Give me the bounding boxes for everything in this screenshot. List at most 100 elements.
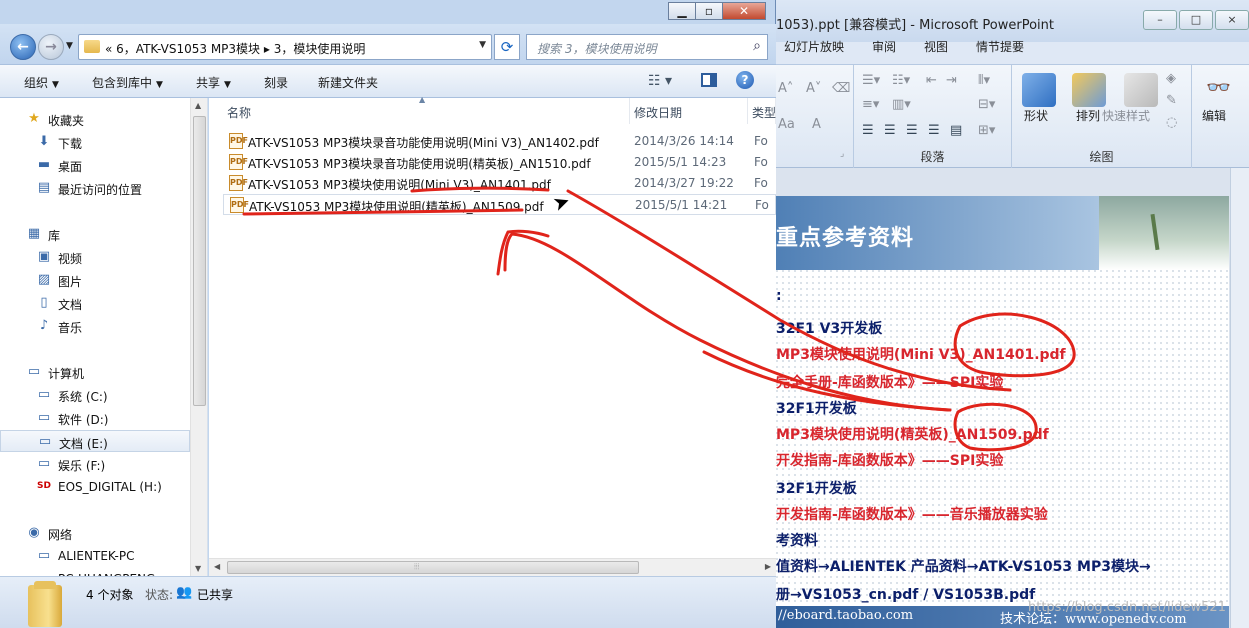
pdf-file-icon: PDF <box>229 154 248 170</box>
file-row[interactable]: PDF ATK-VS1053 MP3模块录音功能使用说明(Mini V3)_AN1… <box>223 131 776 152</box>
arrange-icon[interactable] <box>1072 73 1106 107</box>
distributed-icon[interactable]: ▤ <box>950 123 962 138</box>
shape-outline-icon[interactable]: ✎ <box>1166 93 1177 108</box>
column-header-date[interactable]: 修改日期 <box>630 98 748 124</box>
nav-item-label: ALIENTEK-PC <box>58 549 135 563</box>
file-row[interactable]: PDF ATK-VS1053 MP3模块使用说明(精英板)_AN1509.pdf 2… <box>223 194 776 215</box>
nav-item[interactable]: ▯ 文档 <box>0 292 190 314</box>
align-center-icon[interactable]: ☰ <box>884 123 896 138</box>
slide-text-line: 开发指南-库函数版本》——SPI实验 <box>776 453 1004 469</box>
nav-item[interactable]: ▭ 计算机 <box>0 361 190 383</box>
nav-item-label: 娱乐 (F:) <box>58 459 106 473</box>
tab-storyboard[interactable]: 情节提要 <box>976 38 1024 62</box>
refresh-button[interactable]: ⟳ <box>494 34 520 60</box>
scroll-thumb[interactable] <box>193 116 206 406</box>
nav-item[interactable]: ⬇ 下载 <box>0 131 190 153</box>
slide-text-line: : <box>776 288 782 304</box>
scroll-down-icon[interactable]: ▼ <box>195 564 201 573</box>
font-grow-icon[interactable]: A˄ <box>778 81 793 96</box>
font-shrink-icon[interactable]: A˅ <box>806 81 821 96</box>
include-in-library-button[interactable]: 包含到库中 ▼ <box>92 74 163 91</box>
minimize-button[interactable]: ▁ <box>668 2 695 20</box>
tab-view[interactable]: 视图 <box>924 38 948 62</box>
file-row[interactable]: PDF ATK-VS1053 MP3模块录音功能使用说明(精英板)_AN1510.… <box>223 152 776 173</box>
align-right-icon[interactable]: ☰ <box>906 123 918 138</box>
scroll-up-icon[interactable]: ▲ <box>195 101 201 110</box>
nav-item[interactable]: ♪ 音乐 <box>0 315 190 337</box>
search-icon[interactable]: ⌕ <box>753 38 761 54</box>
nav-item-label: 文档 <box>58 298 83 312</box>
nav-item[interactable]: ▨ 图片 <box>0 269 190 291</box>
horizontal-scroll-thumb[interactable] <box>227 561 639 574</box>
nav-item[interactable]: ◉ 网络 <box>0 522 190 544</box>
shapes-icon[interactable] <box>1022 73 1056 107</box>
shapes-button[interactable]: 形状 <box>1024 107 1048 124</box>
ppt-maximize-button[interactable]: □ <box>1179 10 1213 30</box>
file-name: ATK-VS1053 MP3模块使用说明(Mini V3)_AN1401.pdf <box>248 178 551 192</box>
nav-item[interactable]: SD EOS_DIGITAL (H:) <box>0 476 190 498</box>
nav-item[interactable]: ★ 收藏夹 <box>0 108 190 130</box>
item-count: 4 个对象 <box>86 588 134 602</box>
recent-pages-dropdown-icon[interactable]: ▼ <box>66 41 73 51</box>
navigation-scrollbar[interactable]: ▲ ▼ <box>190 98 207 576</box>
new-folder-button[interactable]: 新建文件夹 <box>318 74 378 91</box>
address-path[interactable]: « 6，ATK-VS1053 MP3模块 ▸ 3，模块使用说明 <box>105 40 365 57</box>
line-spacing-icon[interactable]: ≡▾ <box>862 97 879 112</box>
decrease-indent-icon[interactable]: ⇤ <box>926 73 937 88</box>
nav-item[interactable]: ▭ 系统 (C:) <box>0 384 190 406</box>
horizontal-scrollbar[interactable]: ◀ ⦙⦙⦙ ▶ <box>209 558 776 576</box>
nav-item[interactable]: ▭ 文档 (E:) <box>0 430 190 452</box>
ppt-close-button[interactable]: × <box>1215 10 1249 30</box>
quick-styles-button[interactable]: 快速样式 <box>1102 107 1150 124</box>
column-header-type[interactable]: 类型 <box>748 98 776 124</box>
share-button[interactable]: 共享 ▼ <box>196 74 231 91</box>
file-row[interactable]: PDF ATK-VS1053 MP3模块使用说明(Mini V3)_AN1401.… <box>223 173 776 194</box>
close-button[interactable]: ✕ <box>722 2 766 20</box>
forward-button[interactable]: → <box>38 34 64 60</box>
font-color-icon[interactable]: A <box>812 117 821 132</box>
maximize-button[interactable]: ▫ <box>695 2 722 20</box>
smartart-icon[interactable]: ⊞▾ <box>978 123 995 138</box>
nav-item[interactable]: ▤ 最近访问的位置 <box>0 177 190 199</box>
column-header-name[interactable]: 名称 <box>209 98 630 124</box>
nav-item[interactable]: ▭ ALIENTEK-PC <box>0 545 190 567</box>
nav-item[interactable]: ▭ 软件 (D:) <box>0 407 190 429</box>
file-date: 2014/3/26 14:14 <box>634 134 734 148</box>
clear-format-icon[interactable]: ⌫ <box>832 81 850 96</box>
editing-button[interactable]: 编辑 <box>1202 107 1226 124</box>
increase-indent-icon[interactable]: ⇥ <box>946 73 957 88</box>
numbering-icon[interactable]: ☷▾ <box>892 73 910 88</box>
quick-styles-icon[interactable] <box>1124 73 1158 107</box>
address-bar[interactable]: « 6，ATK-VS1053 MP3模块 ▸ 3，模块使用说明 ▼ <box>78 34 492 60</box>
align-text-icon[interactable]: ⊟▾ <box>978 97 995 112</box>
change-case-icon[interactable]: Aa <box>778 117 795 132</box>
change-view-icon[interactable]: ☷ ▾ <box>648 73 672 89</box>
justify-icon[interactable]: ☰ <box>928 123 940 138</box>
ppt-minimize-button[interactable]: – <box>1143 10 1177 30</box>
ppt-vertical-scrollbar[interactable] <box>1230 168 1249 628</box>
shape-effects-icon[interactable]: ◌ <box>1166 115 1177 130</box>
scroll-right-icon[interactable]: ▶ <box>765 562 771 571</box>
text-direction-icon[interactable]: ⫴▾ <box>978 73 990 88</box>
arrange-button[interactable]: 排列 <box>1076 107 1100 124</box>
nav-item[interactable]: ▣ 视频 <box>0 246 190 268</box>
align-left-icon[interactable]: ☰ <box>862 123 874 138</box>
binoculars-icon[interactable]: 👓 <box>1206 75 1231 99</box>
tab-slideshow[interactable]: 幻灯片放映 <box>784 38 844 62</box>
burn-button[interactable]: 刻录 <box>264 74 288 91</box>
nav-item[interactable]: ▦ 库 <box>0 223 190 245</box>
nav-item[interactable]: ▭ 娱乐 (F:) <box>0 453 190 475</box>
help-icon[interactable]: ? <box>736 71 754 89</box>
nav-item[interactable]: ▬ 桌面 <box>0 154 190 176</box>
columns-icon[interactable]: ▥▾ <box>892 97 911 112</box>
preview-pane-icon[interactable] <box>701 73 717 87</box>
bullets-icon[interactable]: ☰▾ <box>862 73 880 88</box>
tab-review[interactable]: 审阅 <box>872 38 896 62</box>
search-input[interactable]: 搜索 3，模块使用说明 ⌕ <box>526 34 768 60</box>
address-dropdown-icon[interactable]: ▼ <box>479 40 486 50</box>
back-button[interactable]: ← <box>10 34 36 60</box>
organize-button[interactable]: 组织 ▼ <box>24 74 59 91</box>
dialog-launcher-icon[interactable]: ⌟ <box>840 149 844 159</box>
shape-fill-icon[interactable]: ◈ <box>1166 71 1176 86</box>
scroll-left-icon[interactable]: ◀ <box>214 562 220 571</box>
